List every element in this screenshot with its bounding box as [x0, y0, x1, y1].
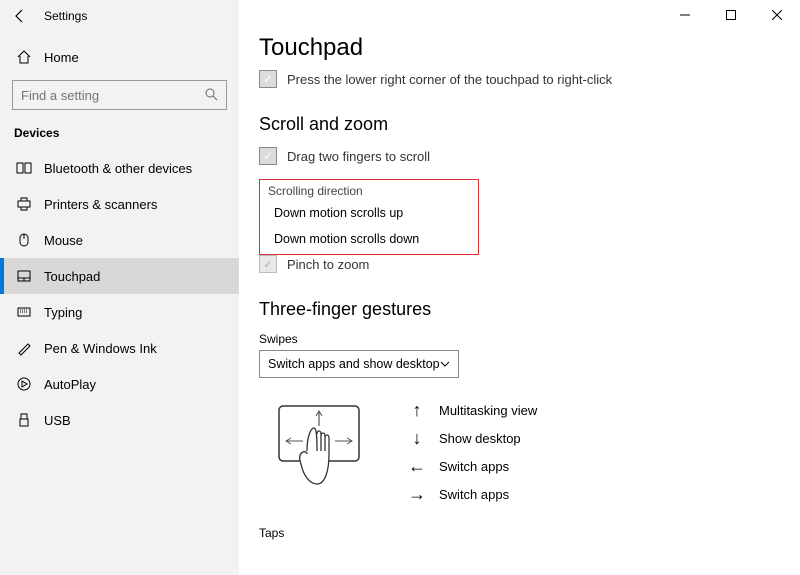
pen-icon: [16, 340, 38, 356]
gesture-row: → Switch apps: [405, 480, 537, 508]
sidebar-item-typing[interactable]: Typing: [0, 294, 239, 330]
printer-icon: [16, 196, 38, 212]
gesture-text: Switch apps: [439, 459, 509, 474]
keyboard-icon: [16, 304, 38, 320]
gesture-row: ↑ Multitasking view: [405, 396, 537, 424]
usb-icon: [16, 412, 38, 428]
sidebar: Settings Home Devices Bluetooth & other …: [0, 0, 239, 575]
arrow-up-icon: ↑: [405, 400, 429, 421]
dropdown-option[interactable]: Down motion scrolls down: [260, 226, 478, 252]
sidebar-item-usb[interactable]: USB: [0, 402, 239, 438]
dropdown-label: Scrolling direction: [260, 180, 478, 200]
sidebar-item-mouse[interactable]: Mouse: [0, 222, 239, 258]
swipes-value: Switch apps and show desktop: [268, 357, 440, 371]
minimize-button[interactable]: [662, 0, 708, 30]
dropdown-option[interactable]: Down motion scrolls up: [260, 200, 478, 226]
bluetooth-icon: [16, 160, 38, 176]
close-button[interactable]: [754, 0, 800, 30]
sidebar-item-label: Touchpad: [44, 269, 100, 284]
sidebar-item-touchpad[interactable]: Touchpad: [0, 258, 239, 294]
autoplay-icon: [16, 376, 38, 392]
checkbox-label: Pinch to zoom: [287, 257, 369, 272]
taps-label: Taps: [259, 526, 780, 540]
mouse-icon: [16, 232, 38, 248]
home-label: Home: [44, 50, 79, 65]
back-button[interactable]: [6, 2, 34, 30]
content-pane: Touchpad ✓ Press the lower right corner …: [239, 0, 800, 575]
checkbox-icon: ✓: [259, 70, 277, 88]
gesture-text: Multitasking view: [439, 403, 537, 418]
gesture-row: ↓ Show desktop: [405, 424, 537, 452]
gesture-text: Show desktop: [439, 431, 521, 446]
checkbox-label: Drag two fingers to scroll: [287, 149, 430, 164]
titlebar: Settings: [0, 0, 239, 32]
scrolling-direction-dropdown[interactable]: Scrolling direction Down motion scrolls …: [259, 179, 479, 255]
sidebar-item-label: Bluetooth & other devices: [44, 161, 192, 176]
home-button[interactable]: Home: [0, 40, 239, 74]
sidebar-item-label: USB: [44, 413, 71, 428]
checkbox-label: Press the lower right corner of the touc…: [287, 72, 612, 87]
search-input[interactable]: [12, 80, 227, 110]
section-scroll-zoom: Scroll and zoom: [259, 114, 780, 135]
sidebar-item-label: Mouse: [44, 233, 83, 248]
arrow-down-icon: ↓: [405, 428, 429, 449]
checkbox-icon: ✓: [259, 255, 277, 273]
gesture-illustration: [259, 396, 379, 516]
sidebar-item-label: AutoPlay: [44, 377, 96, 392]
gesture-text: Switch apps: [439, 487, 509, 502]
sidebar-item-label: Typing: [44, 305, 82, 320]
gesture-area: ↑ Multitasking view ↓ Show desktop ← Swi…: [259, 396, 780, 516]
checkbox-icon: ✓: [259, 147, 277, 165]
sidebar-item-printers[interactable]: Printers & scanners: [0, 186, 239, 222]
touchpad-icon: [16, 268, 38, 284]
checkbox-pinch-row[interactable]: ✓ Pinch to zoom: [259, 255, 780, 273]
swipes-label: Swipes: [259, 332, 780, 346]
maximize-button[interactable]: [708, 0, 754, 30]
window-controls: [662, 0, 800, 30]
sidebar-item-label: Pen & Windows Ink: [44, 341, 157, 356]
page-title: Touchpad: [259, 34, 780, 62]
checkbox-drag-row[interactable]: ✓ Drag two fingers to scroll: [259, 147, 780, 165]
gesture-list: ↑ Multitasking view ↓ Show desktop ← Swi…: [405, 396, 537, 516]
home-icon: [16, 49, 38, 65]
chevron-down-icon: [440, 359, 450, 369]
arrow-right-icon: →: [405, 484, 429, 505]
checkbox-rightclick-row[interactable]: ✓ Press the lower right corner of the to…: [259, 70, 780, 88]
sidebar-item-label: Printers & scanners: [44, 197, 157, 212]
gesture-row: ← Switch apps: [405, 452, 537, 480]
arrow-left-icon: ←: [405, 456, 429, 477]
sidebar-item-pen[interactable]: Pen & Windows Ink: [0, 330, 239, 366]
window-title: Settings: [44, 9, 87, 23]
sidebar-item-bluetooth[interactable]: Bluetooth & other devices: [0, 150, 239, 186]
sidebar-item-autoplay[interactable]: AutoPlay: [0, 366, 239, 402]
group-header: Devices: [0, 120, 239, 150]
swipes-dropdown[interactable]: Switch apps and show desktop: [259, 350, 459, 378]
search-wrap: [12, 80, 227, 110]
section-three-finger: Three-finger gestures: [259, 299, 780, 320]
search-icon: [203, 86, 219, 102]
